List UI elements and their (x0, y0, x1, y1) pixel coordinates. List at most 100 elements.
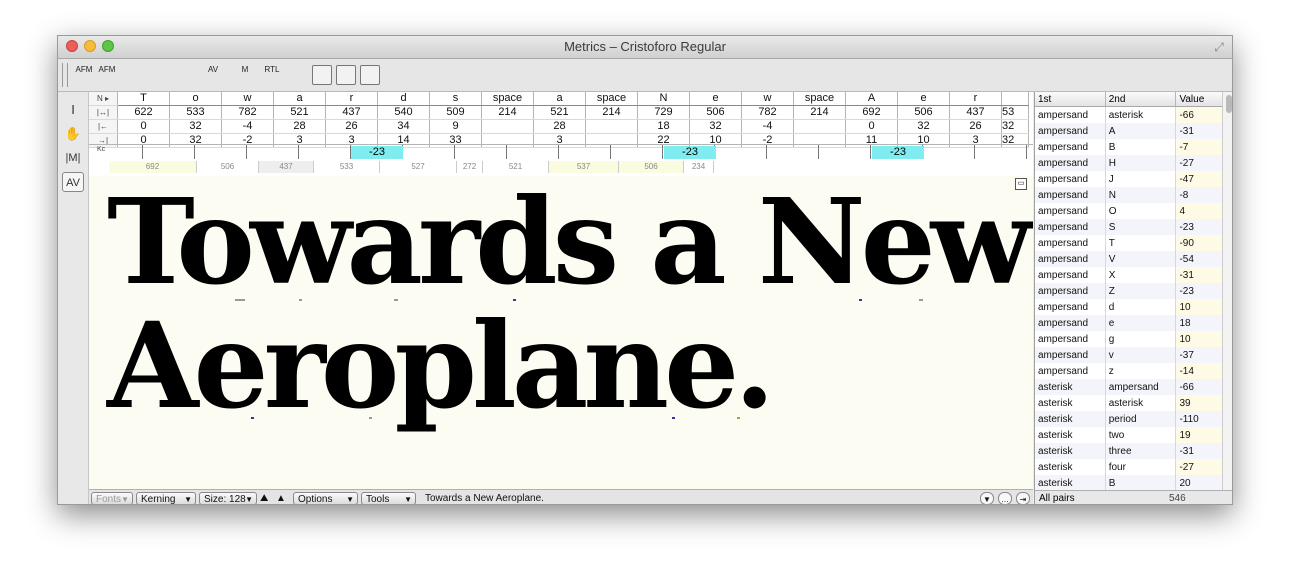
filled-icon[interactable]: ▲ (276, 492, 290, 504)
left-sidebearing-cell[interactable]: -4 (741, 119, 794, 134)
glyph-name-cell[interactable]: e (689, 92, 742, 106)
left-sidebearing-cell[interactable]: 28 (273, 119, 326, 134)
paste-icon[interactable] (121, 65, 139, 85)
kern-pair-row[interactable]: asterisk asterisk 39 (1035, 395, 1232, 411)
kern-pair-row[interactable]: ampersand V -54 (1035, 251, 1232, 267)
rtl-icon[interactable]: RTL (263, 65, 281, 85)
advance-width-cell[interactable]: 782 (741, 105, 794, 120)
kern-pair-row[interactable]: ampersand asterisk -66 (1035, 106, 1232, 123)
advance-width-cell[interactable]: 622 (117, 105, 170, 120)
advance-width-cell[interactable]: 540 (377, 105, 430, 120)
metrics-tool-icon[interactable]: |M| (62, 148, 84, 168)
glyph-name-cell[interactable]: s (429, 92, 482, 106)
outline-icon[interactable]: ⛰ (260, 492, 274, 504)
kern-classes-icon[interactable] (146, 65, 164, 85)
fullscreen-icon[interactable]: ⤢ (1212, 40, 1226, 54)
pairs-filter[interactable]: All pairs (1039, 491, 1075, 504)
kern-value-box[interactable]: -23 (872, 146, 924, 159)
left-sidebearing-cell[interactable]: 18 (637, 119, 690, 134)
options-dropdown[interactable]: Options ▼ (293, 492, 358, 504)
glyph-name-cell[interactable] (1001, 92, 1029, 106)
glyph-name-cell[interactable]: r (949, 92, 1002, 106)
save-afm-icon[interactable]: AFM (98, 65, 116, 85)
advance-width-cell[interactable]: 214 (481, 105, 534, 120)
glyph-name-cell[interactable]: space (585, 92, 638, 106)
kern-pair-row[interactable]: ampersand d 10 (1035, 299, 1232, 315)
text-preview[interactable]: ▭ Towards a New Aeroplane. (89, 176, 1033, 489)
glyph-name-cell[interactable]: a (533, 92, 586, 106)
kern-pair-row[interactable]: ampersand T -90 (1035, 235, 1232, 251)
more-options-button[interactable]: … (998, 492, 1012, 504)
kern-list-scrollbar[interactable] (1222, 92, 1232, 490)
glyph-name-cell[interactable]: N (637, 92, 690, 106)
left-sidebearing-cell[interactable]: 26 (949, 119, 1002, 134)
kerning-dropdown[interactable]: Kerning ▼ (136, 492, 196, 504)
glyph-name-cell[interactable]: space (481, 92, 534, 106)
size-dropdown[interactable]: Size: 128 ▼ (199, 492, 257, 504)
kern-pair-row[interactable]: asterisk four -27 (1035, 459, 1232, 475)
kern-pair-row[interactable]: ampersand g 10 (1035, 331, 1232, 347)
glyph-name-cell[interactable]: T (117, 92, 170, 106)
history-dropdown-button[interactable]: ▼ (980, 492, 994, 504)
left-sidebearing-cell[interactable]: 9 (429, 119, 482, 134)
kern-pair-row[interactable]: asterisk period -110 (1035, 411, 1232, 427)
fonts-dropdown[interactable]: Fonts ▼ (91, 492, 133, 504)
advance-width-cell[interactable]: 214 (793, 105, 846, 120)
kern-pair-row[interactable]: ampersand Z -23 (1035, 283, 1232, 299)
glyph-name-cell[interactable]: r (325, 92, 378, 106)
glyph-name-cell[interactable]: d (377, 92, 430, 106)
kern-pair-row[interactable]: ampersand X -31 (1035, 267, 1232, 283)
auto-kern-icon[interactable]: AV (204, 65, 222, 85)
kerning-tool-icon[interactable]: AV (62, 172, 84, 192)
left-sidebearing-cell[interactable]: 32 (169, 119, 222, 134)
advance-width-cell[interactable]: 533 (169, 105, 222, 120)
advance-width-cell[interactable]: 437 (325, 105, 378, 120)
kern-pair-row[interactable]: ampersand v -37 (1035, 347, 1232, 363)
left-sidebearing-cell[interactable]: 32 (897, 119, 950, 134)
advance-width-cell[interactable]: 782 (221, 105, 274, 120)
toggle-panel-button[interactable]: ⇥ (1016, 492, 1030, 504)
advance-width-cell[interactable]: 506 (897, 105, 950, 120)
kern-pair-row[interactable]: ampersand z -14 (1035, 363, 1232, 379)
left-sidebearing-cell[interactable]: -4 (221, 119, 274, 134)
text-tool-icon[interactable]: I (62, 100, 84, 120)
metrics-icon[interactable]: M (236, 65, 254, 85)
advance-width-cell[interactable]: 53 (1001, 105, 1029, 120)
open-afm-icon[interactable]: AFM (75, 65, 93, 85)
glyph-name-cell[interactable]: e (897, 92, 950, 106)
left-sidebearing-cell[interactable]: 0 (845, 119, 898, 134)
advance-width-cell[interactable]: 509 (429, 105, 482, 120)
glyph-name-cell[interactable]: a (273, 92, 326, 106)
kern-pair-row[interactable]: asterisk three -31 (1035, 443, 1232, 459)
show-preview-icon[interactable] (336, 65, 356, 85)
column-header-first[interactable]: 1st (1035, 92, 1106, 107)
advance-width-cell[interactable]: 521 (533, 105, 586, 120)
glyph-name-cell[interactable]: space (793, 92, 846, 106)
left-sidebearing-cell[interactable]: 28 (533, 119, 586, 134)
glyph-name-cell[interactable]: A (845, 92, 898, 106)
preview-line-1[interactable]: Towards a New (107, 182, 1032, 302)
kern-pair-row[interactable]: ampersand S -23 (1035, 219, 1232, 235)
left-sidebearing-cell[interactable]: 0 (117, 119, 170, 134)
sample-text-field[interactable]: Towards a New Aeroplane. (425, 492, 965, 504)
kern-pair-row[interactable]: ampersand H -27 (1035, 155, 1232, 171)
show-metrics-panel-icon[interactable] (312, 65, 332, 85)
glyph-name-cell[interactable]: w (741, 92, 794, 106)
kern-pair-row[interactable]: asterisk two 19 (1035, 427, 1232, 443)
kern-pair-row[interactable]: ampersand J -47 (1035, 171, 1232, 187)
tools-dropdown[interactable]: Tools ▼ (361, 492, 416, 504)
advance-width-cell[interactable]: 729 (637, 105, 690, 120)
left-sidebearing-cell[interactable]: 32 (1001, 119, 1029, 134)
kern-pair-row[interactable]: asterisk B 20 (1035, 475, 1232, 491)
left-sidebearing-cell[interactable] (793, 119, 846, 134)
kern-value-box[interactable]: -23 (351, 146, 403, 159)
left-sidebearing-cell[interactable] (481, 119, 534, 134)
kern-pair-row[interactable]: ampersand O 4 (1035, 203, 1232, 219)
left-sidebearing-cell[interactable]: 34 (377, 119, 430, 134)
scroll-thumb[interactable] (1226, 95, 1232, 113)
baseline-icon[interactable] (288, 65, 306, 85)
left-sidebearing-cell[interactable] (585, 119, 638, 134)
left-sidebearing-cell[interactable]: 32 (689, 119, 742, 134)
left-sidebearing-cell[interactable]: 26 (325, 119, 378, 134)
kern-pair-row[interactable]: ampersand N -8 (1035, 187, 1232, 203)
